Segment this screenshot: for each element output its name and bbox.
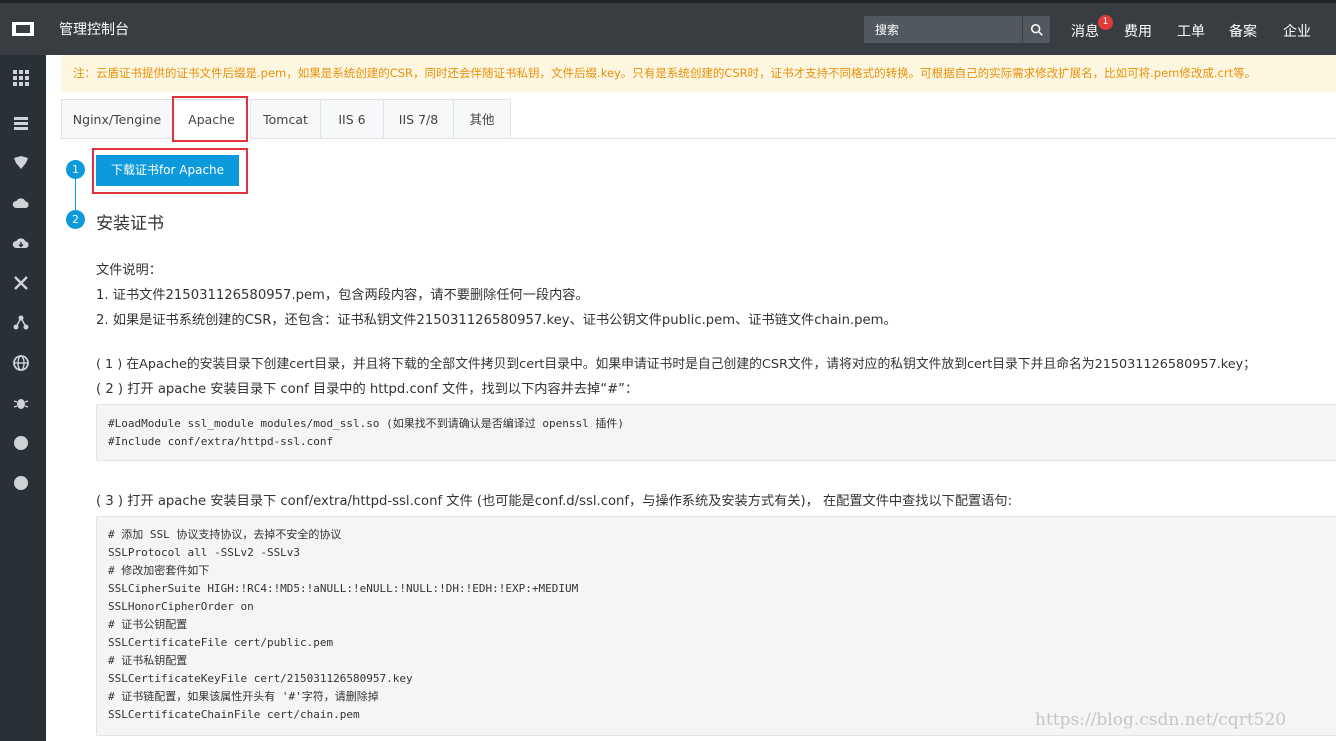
watermark: https://blog.csdn.net/cqrt520 (1035, 710, 1287, 730)
nav-icp-filing[interactable]: 备案 (1229, 21, 1257, 41)
step-1-marker: 1 (66, 160, 85, 179)
instruction-3: ( 3 ) 打开 apache 安装目录下 conf/extra/httpd-s… (96, 494, 1013, 509)
circle-icon[interactable] (11, 473, 31, 493)
code-line: SSLHonorCipherOrder on (108, 600, 254, 613)
nodes-icon[interactable] (11, 313, 31, 333)
step-2-title: 安装证书 (96, 214, 164, 234)
code-line: SSLProtocol all -SSLv2 -SSLv3 (108, 546, 301, 559)
nav-tickets[interactable]: 工单 (1177, 21, 1205, 41)
file-desc-2: 2. 如果是证书系统创建的CSR，还包含：证书私钥文件2150311265809… (96, 313, 897, 328)
console-title[interactable]: 管理控制台 (59, 19, 129, 39)
code-line: # 证书公钥配置 (108, 618, 188, 631)
notice-banner: 注：云盾证书提供的证书文件后缀是.pem，如果是系统创建的CSR，同时还会伴随证… (61, 55, 1336, 92)
instruction-2: ( 2 ) 打开 apache 安装目录下 conf 目录中的 httpd.co… (96, 382, 639, 397)
top-bar: 管理控制台 消息 1 费用 工单 备案 企业 (0, 0, 1336, 55)
highlight-download-button (92, 148, 248, 194)
code-block-ssl-conf: # 添加 SSL 协议支持协议，去掉不安全的协议 SSLProtocol all… (96, 516, 1336, 736)
circle-icon[interactable] (11, 433, 31, 453)
tab-nginx[interactable]: Nginx/Tengine (61, 99, 173, 139)
search-button[interactable] (1022, 16, 1050, 43)
search-input[interactable] (864, 16, 1022, 43)
instruction-1: ( 1 ) 在Apache的安装目录下创建cert目录，并且将下载的全部文件拷贝… (96, 357, 1256, 372)
grid-icon[interactable] (11, 68, 31, 88)
code-line: # 修改加密套件如下 (108, 564, 210, 577)
globe-icon[interactable] (11, 353, 31, 373)
code-line: # 证书私钥配置 (108, 654, 188, 667)
logo-icon[interactable] (0, 3, 46, 55)
step-connector (75, 177, 76, 211)
tab-divider (510, 138, 1336, 139)
search-icon (1030, 23, 1043, 36)
nav-billing[interactable]: 费用 (1124, 21, 1152, 41)
code-line: SSLCertificateFile cert/public.pem (108, 636, 334, 649)
cross-icon[interactable] (11, 273, 31, 293)
nav-messages[interactable]: 消息 (1071, 21, 1099, 41)
tab-iis78[interactable]: IIS 7/8 (383, 99, 454, 139)
code-line: SSLCipherSuite HIGH:!RC4:!MD5:!aNULL:!eN… (108, 582, 579, 595)
search-box (864, 16, 1050, 43)
code-block-httpd: #LoadModule ssl_module modules/mod_ssl.s… (96, 404, 1336, 461)
tab-other[interactable]: 其他 (453, 99, 511, 139)
shield-icon[interactable] (11, 153, 31, 173)
code-line: # 证书链配置，如果该属性开头有 '#'字符，请删除掉 (108, 690, 379, 703)
cloud-download-icon[interactable] (11, 233, 31, 253)
nav-enterprise[interactable]: 企业 (1283, 21, 1311, 41)
code-line: SSLCertificateKeyFile cert/2150311265809… (108, 672, 413, 685)
bug-icon[interactable] (11, 393, 31, 413)
code-line: #LoadModule ssl_module modules/mod_ssl.s… (108, 417, 624, 430)
code-line: #Include conf/extra/httpd-ssl.conf (108, 435, 334, 448)
list-icon[interactable] (11, 113, 31, 133)
file-desc-title: 文件说明： (96, 263, 162, 278)
tab-iis6[interactable]: IIS 6 (320, 99, 384, 139)
code-line: # 添加 SSL 协议支持协议，去掉不安全的协议 (108, 528, 342, 541)
message-count-badge: 1 (1098, 15, 1113, 30)
file-desc-1: 1. 证书文件215031126580957.pem，包含两段内容，请不要删除任… (96, 288, 589, 303)
step-2-marker: 2 (66, 210, 85, 229)
cloud-icon[interactable] (11, 193, 31, 213)
tab-tomcat[interactable]: Tomcat (250, 99, 321, 139)
sidebar (0, 55, 46, 741)
highlight-apache-tab (172, 96, 248, 142)
